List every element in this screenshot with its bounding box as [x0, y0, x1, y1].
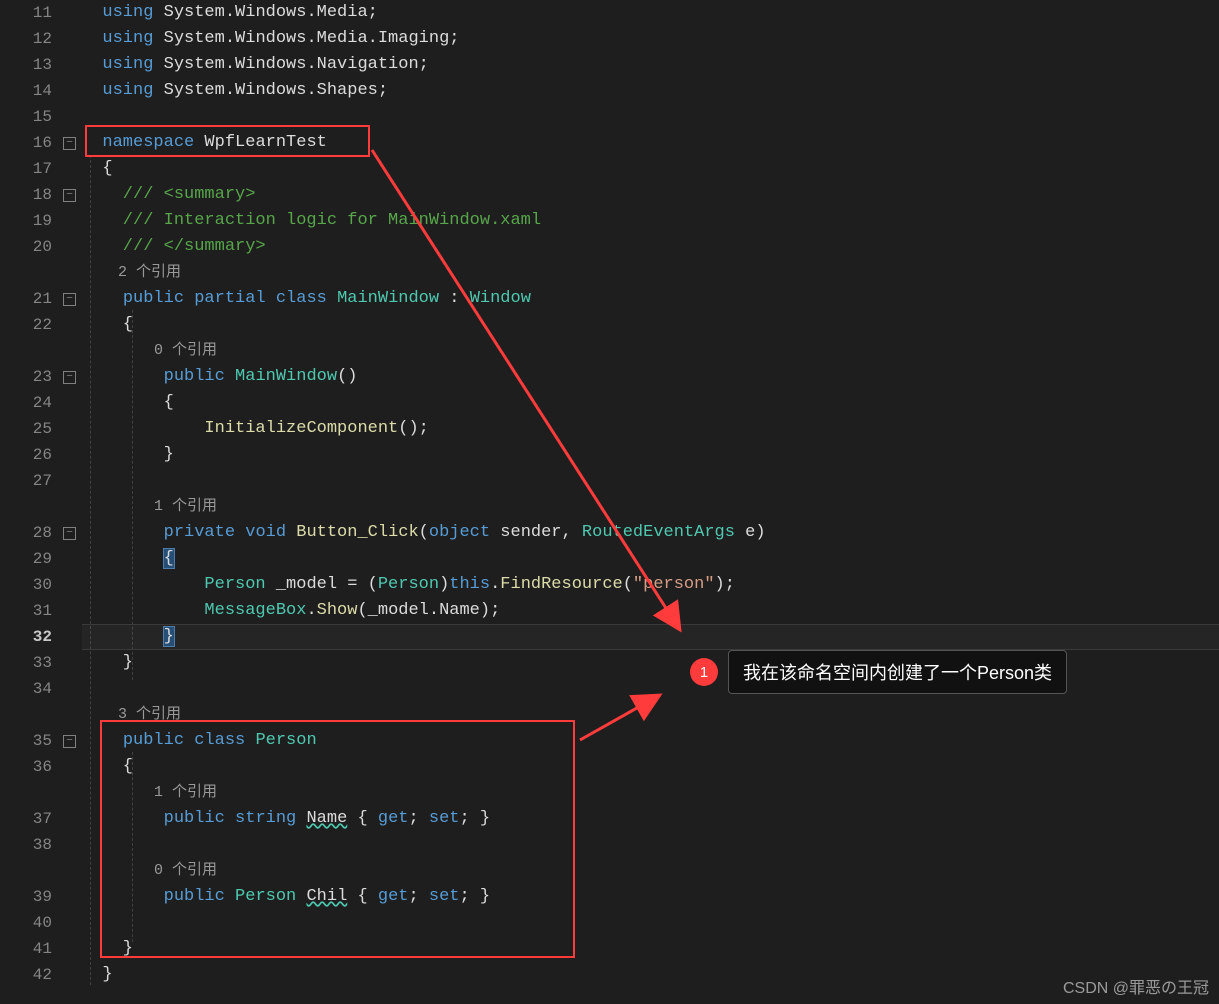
line-number: 30 [0, 572, 52, 598]
code-line[interactable]: using System.Windows.Media.Imaging; [82, 26, 1219, 52]
line-number: 17 [0, 156, 52, 182]
codelens-references[interactable]: 3 个引用 [82, 702, 1219, 728]
code-area[interactable]: using System.Windows.Media; using System… [82, 0, 1219, 1004]
line-number: 35 [0, 728, 52, 754]
line-number: 12 [0, 26, 52, 52]
line-number: 32 [0, 624, 52, 650]
code-line[interactable]: /// <summary> [82, 182, 1219, 208]
code-line[interactable]: /// Interaction logic for MainWindow.xam… [82, 208, 1219, 234]
codelens-references[interactable]: 0 个引用 [82, 858, 1219, 884]
line-number: 29 [0, 546, 52, 572]
line-number: 40 [0, 910, 52, 936]
codelens-references[interactable]: 0 个引用 [82, 338, 1219, 364]
code-line[interactable]: using System.Windows.Navigation; [82, 52, 1219, 78]
callout-number-badge: 1 [690, 658, 718, 686]
codelens-references[interactable]: 2 个引用 [82, 260, 1219, 286]
code-line[interactable]: { [82, 312, 1219, 338]
line-number: 41 [0, 936, 52, 962]
line-number: 18 [0, 182, 52, 208]
line-number: 39 [0, 884, 52, 910]
fold-toggle-icon[interactable]: − [63, 371, 76, 384]
code-line[interactable]: /// </summary> [82, 234, 1219, 260]
code-line[interactable]: } [82, 962, 1219, 988]
code-line[interactable]: public string Name { get; set; } [82, 806, 1219, 832]
code-line[interactable]: MessageBox.Show(_model.Name); [82, 598, 1219, 624]
code-line[interactable] [82, 832, 1219, 858]
code-line[interactable]: { [82, 546, 1219, 572]
code-line[interactable]: } [82, 936, 1219, 962]
code-line[interactable]: public class Person [82, 728, 1219, 754]
code-line[interactable]: InitializeComponent(); [82, 416, 1219, 442]
line-number: 38 [0, 832, 52, 858]
line-number: 31 [0, 598, 52, 624]
fold-toggle-icon[interactable]: − [63, 293, 76, 306]
callout-text: 我在该命名空间内创建了一个Person类 [728, 650, 1067, 694]
fold-toggle-icon[interactable]: − [63, 137, 76, 150]
line-number: 23 [0, 364, 52, 390]
watermark: CSDN @罪恶の王冠 [1063, 974, 1209, 998]
line-number: 24 [0, 390, 52, 416]
annotation-callout: 1 我在该命名空间内创建了一个Person类 [690, 650, 1067, 694]
line-number: 42 [0, 962, 52, 988]
codelens-references[interactable]: 1 个引用 [82, 780, 1219, 806]
line-number: 33 [0, 650, 52, 676]
line-number: 19 [0, 208, 52, 234]
code-line[interactable] [82, 104, 1219, 130]
line-number: 21 [0, 286, 52, 312]
line-number: 14 [0, 78, 52, 104]
line-number: 11 [0, 0, 52, 26]
line-number: 37 [0, 806, 52, 832]
line-number: 34 [0, 676, 52, 702]
code-line[interactable]: { [82, 754, 1219, 780]
code-line[interactable]: using System.Windows.Media; [82, 0, 1219, 26]
line-number-gutter: 11 12 13 14 15 16 17 18 19 20 21 22 23 2… [0, 0, 60, 1004]
code-line[interactable]: { [82, 390, 1219, 416]
code-line[interactable]: public partial class MainWindow : Window [82, 286, 1219, 312]
fold-toggle-icon[interactable]: − [63, 189, 76, 202]
code-line[interactable]: using System.Windows.Shapes; [82, 78, 1219, 104]
line-number: 28 [0, 520, 52, 546]
code-line[interactable]: private void Button_Click(object sender,… [82, 520, 1219, 546]
code-line[interactable]: public MainWindow() [82, 364, 1219, 390]
line-number: 15 [0, 104, 52, 130]
fold-gutter: − − − − − − [60, 0, 82, 1004]
code-line[interactable]: public Person Chil { get; set; } [82, 884, 1219, 910]
line-number: 36 [0, 754, 52, 780]
code-line[interactable] [82, 468, 1219, 494]
line-number: 25 [0, 416, 52, 442]
codelens-references[interactable]: 1 个引用 [82, 494, 1219, 520]
code-line[interactable]: } [82, 624, 1219, 650]
code-line[interactable]: namespace WpfLearnTest [82, 130, 1219, 156]
line-number: 27 [0, 468, 52, 494]
line-number: 26 [0, 442, 52, 468]
code-line[interactable] [82, 910, 1219, 936]
line-number: 13 [0, 52, 52, 78]
line-number: 20 [0, 234, 52, 260]
fold-toggle-icon[interactable]: − [63, 527, 76, 540]
code-line[interactable]: Person _model = (Person)this.FindResourc… [82, 572, 1219, 598]
code-line[interactable]: } [82, 442, 1219, 468]
line-number: 22 [0, 312, 52, 338]
code-line[interactable]: { [82, 156, 1219, 182]
line-number: 16 [0, 130, 52, 156]
code-editor[interactable]: 11 12 13 14 15 16 17 18 19 20 21 22 23 2… [0, 0, 1219, 1004]
fold-toggle-icon[interactable]: − [63, 735, 76, 748]
